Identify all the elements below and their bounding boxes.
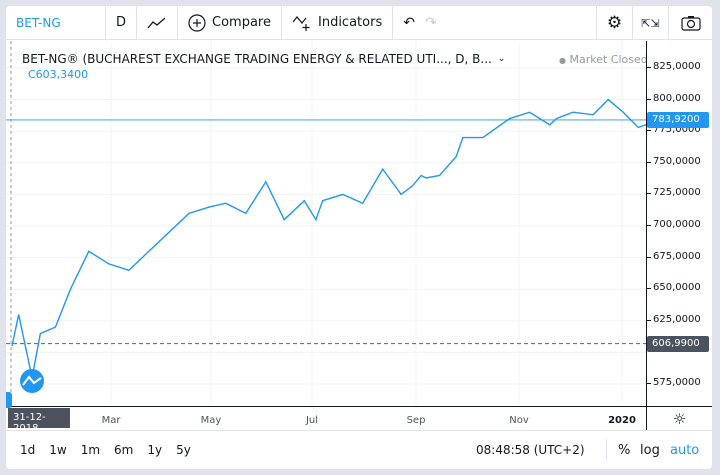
symbol-search-button[interactable]: BET-NG <box>6 6 106 40</box>
price-tick-label: 725,0000 <box>653 187 701 198</box>
range-1y[interactable]: 1y <box>147 443 162 457</box>
log-toggle[interactable]: log <box>640 443 660 458</box>
time-tick-label: Nov <box>509 415 529 426</box>
price-axis[interactable]: 825,0000800,0000775,0000750,0000725,0000… <box>646 41 712 406</box>
axis-settings-button[interactable]: ☼ <box>646 406 712 430</box>
price-tick-label: 750,0000 <box>653 156 701 167</box>
time-tick-label: 2020 <box>608 415 636 426</box>
gear-icon: ☼ <box>673 410 686 428</box>
line-chart-icon <box>147 16 167 30</box>
range-1w[interactable]: 1w <box>49 443 66 457</box>
undo-button[interactable]: ↶ <box>393 6 425 40</box>
snapshot-button[interactable] <box>668 6 712 40</box>
bottom-toolbar: 1d 1w 1m 6m 1y 5y 08:48:58 (UTC+2) % log… <box>6 430 712 469</box>
time-axis[interactable]: 31-12-2018 Mar May Jul Sep Nov 2020 <box>6 406 646 430</box>
reference-price-tag: 606,9900 <box>647 336 709 352</box>
price-chart[interactable] <box>6 41 646 406</box>
range-6m[interactable]: 6m <box>114 443 133 457</box>
chart-style-button[interactable] <box>137 6 178 40</box>
time-tick-label: May <box>201 415 222 426</box>
redo-button[interactable]: ↷ <box>425 6 447 40</box>
divider <box>606 439 607 461</box>
top-toolbar: BET-NG D Compare Indicators ↶ ↷ ⚙ ⇱⇲ <box>6 6 712 40</box>
price-tick-label: 650,0000 <box>653 282 701 293</box>
indicators-label: Indicators <box>318 15 382 30</box>
compare-button[interactable]: Compare <box>178 6 282 40</box>
chevron-down-icon[interactable]: ⌄ <box>498 54 506 66</box>
symbol-title[interactable]: BET-NG® (BUCHAREST EXCHANGE TRADING ENER… <box>22 52 492 66</box>
last-price-tag: 783,9200 <box>647 112 709 128</box>
plus-circle-icon <box>188 14 206 32</box>
time-tick-label: Sep <box>407 415 426 426</box>
range-1d[interactable]: 1d <box>20 443 35 457</box>
fullscreen-icon: ⇱⇲ <box>641 19 659 28</box>
interval-label: D <box>116 15 126 30</box>
crosshair-date-label: 31-12-2018 <box>8 408 70 428</box>
gear-icon: ⚙ <box>607 13 622 33</box>
indicators-icon <box>292 14 312 32</box>
camera-icon <box>681 15 701 31</box>
chart-legend: BET-NG® (BUCHAREST EXCHANGE TRADING ENER… <box>22 52 505 66</box>
price-tick-label: 700,0000 <box>653 219 701 230</box>
symbol-label: BET-NG <box>16 16 61 30</box>
price-tick-label: 825,0000 <box>653 61 701 72</box>
redo-icon: ↷ <box>425 15 437 31</box>
price-tick-label: 575,0000 <box>653 377 701 388</box>
price-tick-label: 675,0000 <box>653 251 701 262</box>
price-series-line <box>12 100 646 378</box>
chart-widget: BET-NG D Compare Indicators ↶ ↷ ⚙ ⇱⇲ BET… <box>6 6 712 469</box>
fullscreen-button[interactable]: ⇱⇲ <box>632 6 668 40</box>
range-5y[interactable]: 5y <box>176 443 191 457</box>
interval-button[interactable]: D <box>106 6 137 40</box>
range-1m[interactable]: 1m <box>81 443 100 457</box>
percent-toggle[interactable]: % <box>618 443 630 458</box>
clock[interactable]: 08:48:58 (UTC+2) <box>476 443 585 457</box>
close-value: C603,3400 <box>28 68 88 81</box>
auto-toggle[interactable]: auto <box>670 443 699 458</box>
expand-sidebar-handle[interactable] <box>6 392 12 408</box>
undo-icon: ↶ <box>403 15 415 31</box>
indicators-button[interactable]: Indicators <box>282 6 393 40</box>
price-tick-label: 625,0000 <box>653 314 701 325</box>
settings-button[interactable]: ⚙ <box>596 6 632 40</box>
market-status: ● Market Closed <box>559 53 648 66</box>
price-tick-label: 800,0000 <box>653 93 701 104</box>
time-tick-label: Jul <box>306 415 318 426</box>
compare-label: Compare <box>212 15 271 30</box>
time-tick-label: Mar <box>102 415 121 426</box>
